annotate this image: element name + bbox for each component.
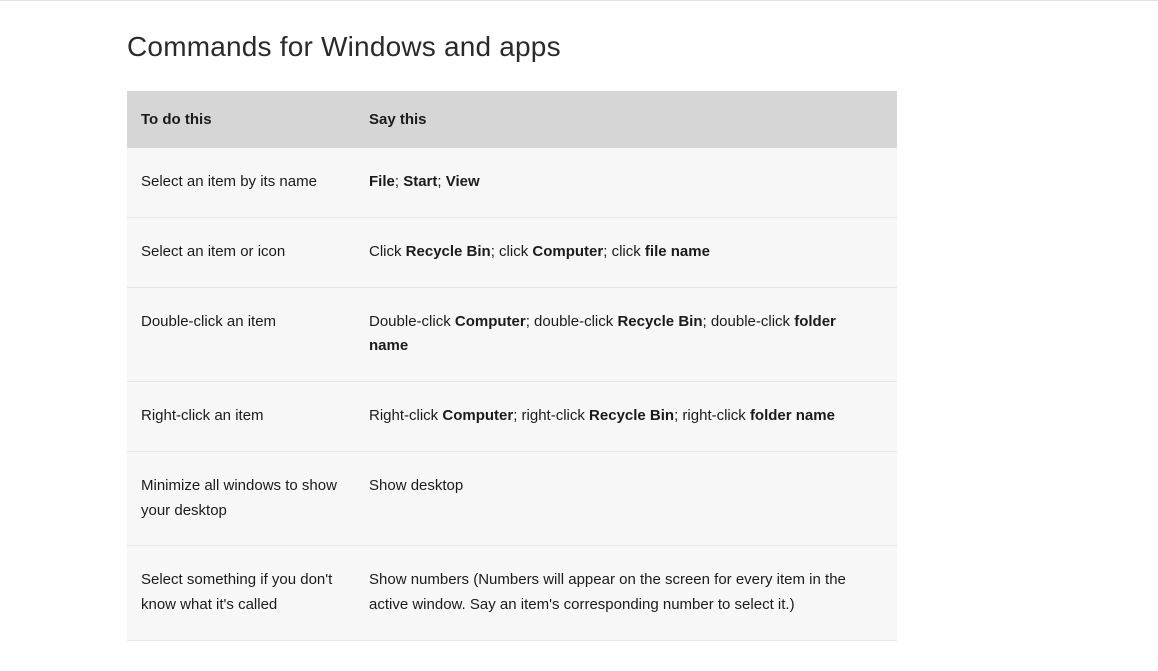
bold-term: Computer (442, 407, 513, 424)
cell-say: Click Recycle Bin; click Computer; click… (355, 217, 897, 287)
commands-tbody: Select an item by its nameFile; Start; V… (127, 148, 897, 640)
bold-term: View (446, 173, 480, 190)
page-content: Commands for Windows and apps To do this… (127, 1, 1027, 671)
bold-term: Recycle Bin (617, 313, 702, 330)
bold-term: Computer (532, 243, 603, 260)
cell-action: Right-click an item (127, 382, 355, 452)
cell-say: Double-click Computer; double-click Recy… (355, 287, 897, 382)
bold-term: Start (403, 173, 437, 190)
cell-say: Show numbers (Numbers will appear on the… (355, 546, 897, 641)
bold-term: Recycle Bin (406, 243, 491, 260)
cell-say: Show desktop (355, 451, 897, 546)
bold-term: File (369, 173, 395, 190)
cell-say: Right-click Computer; right-click Recycl… (355, 382, 897, 452)
table-row: Select something if you don't know what … (127, 546, 897, 641)
bold-term: file name (645, 243, 710, 260)
cell-action: Minimize all windows to show your deskto… (127, 451, 355, 546)
table-row: Select an item by its nameFile; Start; V… (127, 148, 897, 217)
page-title: Commands for Windows and apps (127, 31, 1027, 63)
bold-term: folder name (750, 407, 835, 424)
table-row: Double-click an itemDouble-click Compute… (127, 287, 897, 382)
table-row: Minimize all windows to show your deskto… (127, 451, 897, 546)
commands-table: To do this Say this Select an item by it… (127, 91, 897, 641)
cell-action: Double-click an item (127, 287, 355, 382)
bold-term: Recycle Bin (589, 407, 674, 424)
table-row: Select an item or iconClick Recycle Bin;… (127, 217, 897, 287)
cell-say: File; Start; View (355, 148, 897, 217)
bold-term: folder name (369, 313, 836, 355)
col-header-say: Say this (355, 91, 897, 148)
col-header-action: To do this (127, 91, 355, 148)
table-row: Right-click an itemRight-click Computer;… (127, 382, 897, 452)
bold-term: Computer (455, 313, 526, 330)
cell-action: Select an item by its name (127, 148, 355, 217)
cell-action: Select something if you don't know what … (127, 546, 355, 641)
cell-action: Select an item or icon (127, 217, 355, 287)
